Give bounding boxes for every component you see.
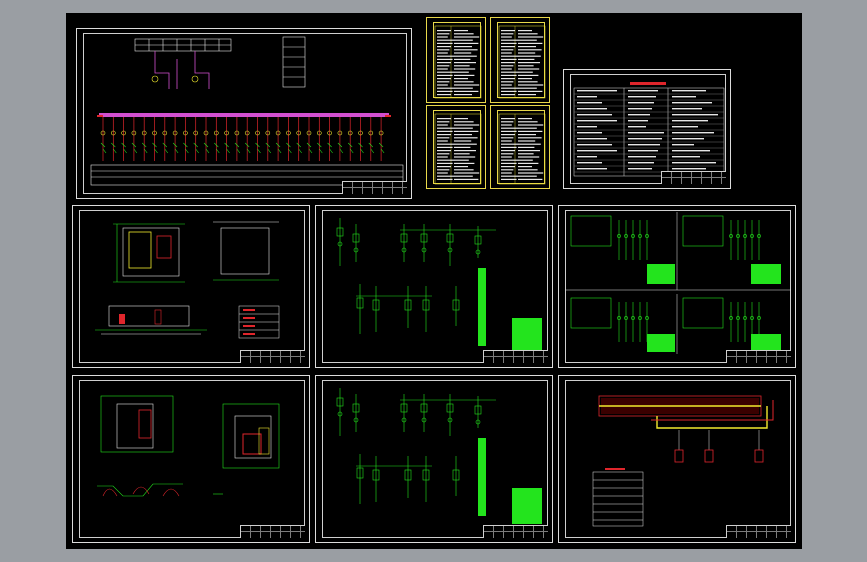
sheet-design-notes[interactable] [563,69,731,189]
control-schematic-pair [565,212,791,354]
sheet-schedule-1[interactable] [426,17,486,103]
floor-plan [95,221,280,339]
sheet-schedule-4[interactable] [490,105,550,189]
title-block [240,350,305,363]
sheet-grounding[interactable] [558,375,796,543]
drawing-canvas[interactable] [66,13,802,549]
sheet-secondary-2[interactable] [558,205,796,368]
control-schematic [336,388,542,524]
schedule-table [498,113,546,185]
schedule-table [434,25,482,99]
sheet-substation-layout-2[interactable] [72,375,310,543]
title-block [483,525,548,538]
single-line-diagram [90,36,404,186]
title-block [483,350,548,363]
title-block [726,525,791,538]
sheet-schedule-3[interactable] [426,105,486,189]
title-block [240,525,305,538]
sheet-secondary-3[interactable] [315,375,553,543]
sheet-primary-wiring[interactable] [76,28,412,199]
floor-plan [97,395,280,497]
title-block [726,350,791,363]
grounding-plan [592,395,774,527]
title-block [342,181,407,194]
sheet-secondary-1[interactable] [315,205,553,368]
sheet-schedule-2[interactable] [490,17,550,103]
sheet-substation-layout-1[interactable] [72,205,310,368]
title-block [661,171,726,184]
control-schematic [336,218,542,354]
schedule-table [498,25,546,99]
schedule-table [434,113,482,185]
